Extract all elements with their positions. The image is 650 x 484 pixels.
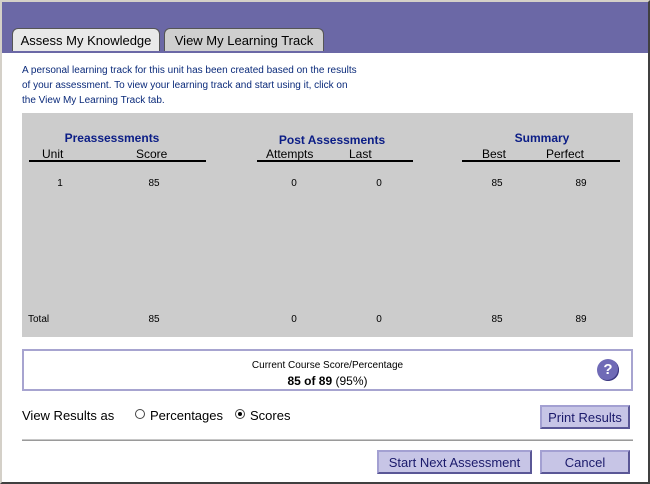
total-best: 85 — [491, 314, 503, 325]
col-header-attempts: Attempts — [266, 147, 314, 161]
view-results-label: View Results as — [22, 408, 115, 423]
group-heading-preassessments: Preassessments — [64, 131, 160, 145]
total-perfect: 89 — [575, 314, 587, 325]
group-heading-post-assessments: Post Assessments — [278, 133, 386, 147]
intro-text: A personal learning track for this unit … — [22, 63, 402, 108]
intro-line-2: of your assessment. To view your learnin… — [22, 80, 348, 91]
course-score-percent: (95%) — [335, 374, 368, 388]
cell-last: 0 — [376, 178, 382, 189]
radio-scores-label[interactable]: Scores — [250, 408, 290, 423]
footer-divider — [22, 439, 633, 441]
course-score-label: Current Course Score/Percentage — [251, 360, 404, 371]
course-score-line: 85 of 89 (95%) — [24, 374, 631, 388]
cell-perfect: 89 — [575, 178, 587, 189]
cancel-button[interactable]: Cancel — [540, 450, 630, 474]
cell-score: 85 — [148, 178, 160, 189]
total-attempts: 0 — [291, 314, 297, 325]
tab-assess-my-knowledge[interactable]: Assess My Knowledge — [12, 28, 160, 51]
col-header-score: Score — [136, 147, 168, 161]
course-score-panel: Current Course Score/Percentage 85 of 89… — [22, 349, 633, 391]
print-results-button[interactable]: Print Results — [540, 405, 630, 429]
total-score: 85 — [148, 314, 160, 325]
start-next-assessment-button[interactable]: Start Next Assessment — [377, 450, 532, 474]
divider-summary — [462, 160, 620, 162]
col-header-last: Last — [349, 147, 372, 161]
radio-scores[interactable] — [235, 409, 245, 419]
cell-best: 85 — [491, 178, 503, 189]
col-header-unit: Unit — [42, 147, 64, 161]
total-label: Total — [28, 314, 50, 325]
divider-preassessments — [29, 160, 206, 162]
assessment-window: Assess My Knowledge View My Learning Tra… — [0, 0, 650, 484]
help-icon[interactable]: ? — [597, 359, 619, 381]
intro-line-3: the View My Learning Track tab. — [22, 95, 165, 106]
cell-unit: 1 — [57, 178, 63, 189]
results-table: Preassessments Post Assessments Summary … — [22, 113, 633, 337]
group-heading-summary: Summary — [514, 131, 570, 145]
divider-post-assessments — [257, 160, 413, 162]
tab-view-my-learning-track[interactable]: View My Learning Track — [164, 28, 324, 51]
radio-percentages[interactable] — [135, 409, 145, 419]
col-header-best: Best — [482, 147, 507, 161]
intro-line-1: A personal learning track for this unit … — [22, 65, 357, 76]
cell-attempts: 0 — [291, 178, 297, 189]
col-header-perfect: Perfect — [546, 147, 585, 161]
radio-percentages-label[interactable]: Percentages — [150, 408, 223, 423]
course-score-value: 85 of 89 — [287, 374, 333, 388]
total-last: 0 — [376, 314, 382, 325]
